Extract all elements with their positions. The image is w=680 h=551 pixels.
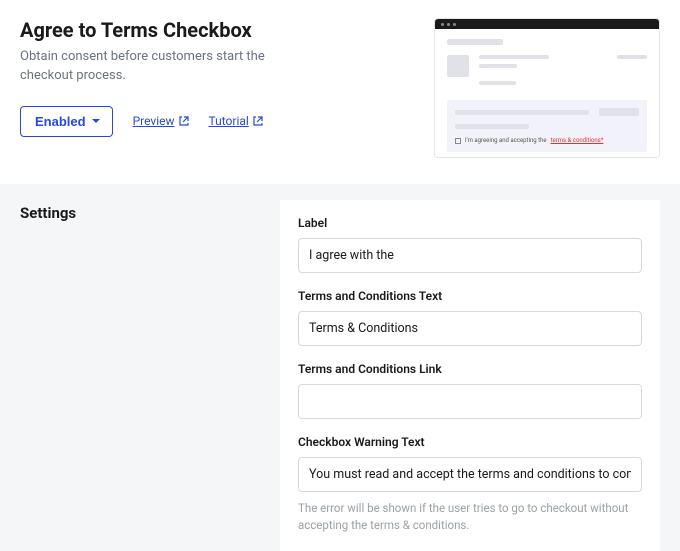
terms-text-input[interactable] [298,311,642,346]
warning-text-input[interactable] [298,457,642,492]
tutorial-link[interactable]: Tutorial [209,114,263,128]
external-link-icon [253,116,263,126]
settings-section: Settings Label Terms and Conditions Text… [0,184,680,551]
field-label-text: Checkbox Warning Text [298,435,642,449]
tutorial-link-label: Tutorial [209,114,249,128]
page-title: Agree to Terms Checkbox [20,18,412,42]
header-card: Agree to Terms Checkbox Obtain consent b… [0,0,680,184]
checkbox-icon [455,138,461,144]
preview-consent-link: terms & conditions* [551,137,604,144]
preview-thumbnail: I'm agreeing and accepting the terms & c… [434,18,660,158]
preview-link[interactable]: Preview [133,114,189,128]
header-actions: Enabled Preview Tutorial [20,106,412,137]
preview-body: I'm agreeing and accepting the terms & c… [435,29,659,158]
header-left: Agree to Terms Checkbox Obtain consent b… [20,18,412,158]
field-warning-text: Checkbox Warning Text The error will be … [298,435,642,533]
field-label-text: Terms and Conditions Text [298,289,642,303]
enabled-button-label: Enabled [35,114,86,129]
preview-link-label: Preview [133,114,175,128]
field-label-text: Terms and Conditions Link [298,362,642,376]
terms-link-input[interactable] [298,384,642,419]
preview-window-bar [435,19,659,29]
external-link-icon [179,116,189,126]
caret-down-icon [92,119,100,123]
field-terms-text: Terms and Conditions Text [298,289,642,346]
field-label-text: Label [298,216,642,230]
label-input[interactable] [298,238,642,273]
enabled-button[interactable]: Enabled [20,106,113,137]
settings-panel: Label Terms and Conditions Text Terms an… [280,200,660,551]
field-terms-link: Terms and Conditions Link [298,362,642,419]
settings-section-title: Settings [20,200,260,222]
page-description: Obtain consent before customers start th… [20,48,320,86]
preview-consent-row: I'm agreeing and accepting the terms & c… [455,137,639,144]
settings-sidebar: Settings [20,200,260,551]
warning-help-text: The error will be shown if the user trie… [298,500,642,533]
field-label: Label [298,216,642,273]
preview-consent-prefix: I'm agreeing and accepting the [465,137,547,144]
